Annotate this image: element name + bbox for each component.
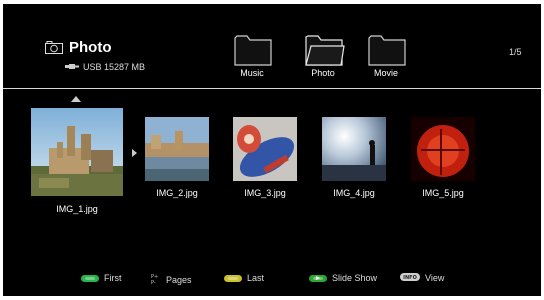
page-title: Photo: [45, 39, 112, 56]
scroll-up-arrow-icon[interactable]: [71, 96, 81, 102]
folder-label: Music: [240, 68, 264, 78]
thumbnail-item[interactable]: IMG_3.jpg: [233, 117, 297, 198]
media-browser-screen: Photo USB 15287 MB Music Photo Movie 1/5: [3, 4, 541, 296]
page-indicator: 1/5: [509, 47, 522, 57]
pages-button[interactable]: P+ P- Pages: [151, 273, 192, 286]
first-button[interactable]: First: [81, 273, 122, 283]
info-icon: INFO: [400, 273, 420, 283]
folder-photo[interactable]: Photo: [302, 34, 345, 78]
folder-icon: [368, 35, 406, 66]
thumbnail-item-selected[interactable]: IMG_1.jpg: [31, 108, 123, 214]
folder-label: Movie: [373, 68, 398, 78]
thumbnail-caption: IMG_5.jpg: [422, 188, 464, 198]
thumbnail-image: [145, 117, 209, 181]
yellow-button-icon: [224, 274, 242, 282]
thumbnail-image: [322, 117, 386, 181]
play-icon: [309, 274, 327, 282]
view-button[interactable]: INFO View: [400, 273, 444, 283]
thumbnail-item[interactable]: IMG_5.jpg: [411, 117, 475, 198]
thumbnail-caption: IMG_1.jpg: [56, 204, 98, 214]
last-button[interactable]: Last: [224, 273, 264, 283]
folder-icon: [234, 35, 272, 66]
header-divider: [3, 88, 541, 89]
footer-bar: First P+ P- Pages Last Slide Show INFO V…: [3, 271, 541, 287]
page-updown-icon: P+ P-: [151, 273, 161, 286]
pages-label: Pages: [166, 274, 192, 285]
device-label: USB 15287 MB: [83, 62, 146, 72]
last-label: Last: [247, 273, 265, 283]
slideshow-label: Slide Show: [332, 273, 378, 283]
thumbnail-image: [411, 117, 475, 181]
first-label: First: [104, 273, 122, 283]
view-label: View: [425, 273, 445, 283]
folder-music[interactable]: Music: [231, 34, 273, 78]
svg-text:P-: P-: [151, 280, 156, 284]
camera-icon: [45, 41, 63, 54]
focus-arrow-icon: [132, 149, 137, 157]
folder-label: Photo: [311, 68, 335, 78]
green-button-icon: [81, 274, 99, 282]
folder-open-icon: [305, 35, 345, 66]
thumbnail-item[interactable]: IMG_4.jpg: [322, 117, 386, 198]
usb-icon: [65, 62, 79, 72]
thumbnail-image: [31, 108, 123, 196]
device-info: USB 15287 MB: [65, 62, 145, 72]
title-label: Photo: [69, 39, 112, 56]
folder-movie[interactable]: Movie: [365, 34, 407, 78]
thumbnail-image: [233, 117, 297, 181]
thumbnail-item[interactable]: IMG_2.jpg: [145, 117, 209, 198]
slideshow-button[interactable]: Slide Show: [309, 273, 377, 283]
svg-text:INFO: INFO: [403, 275, 417, 281]
